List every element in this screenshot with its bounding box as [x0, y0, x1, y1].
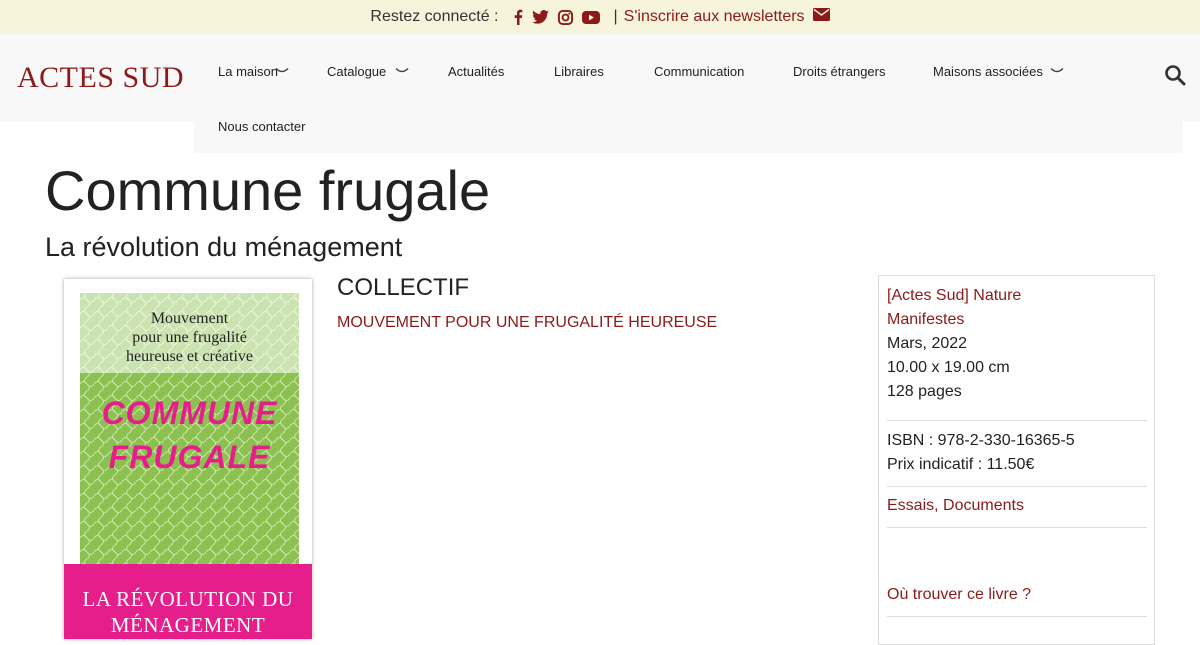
divider: [887, 616, 1147, 617]
divider: [887, 420, 1147, 421]
nav-communication[interactable]: Communication: [654, 64, 744, 79]
genre-links[interactable]: Essais, Documents: [887, 497, 1024, 515]
page-subtitle: La révolution du ménagement: [45, 232, 403, 262]
search-icon[interactable]: [1164, 64, 1186, 86]
instagram-icon[interactable]: [557, 9, 573, 25]
cover-bottom-line: MÉNAGEMENT: [110, 613, 266, 637]
cover-title-line: COMMUNE: [101, 395, 278, 431]
divider: [887, 527, 1147, 528]
nav-droits-etrangers[interactable]: Droits étrangers: [793, 64, 885, 79]
social-links: [513, 9, 600, 25]
chevron-down-icon[interactable]: [395, 67, 409, 75]
cover-top-text: Mouvement pour une frugalité heureuse et…: [80, 309, 299, 366]
book-author[interactable]: COLLECTIF: [337, 274, 469, 302]
nav-la-maison[interactable]: La maison: [218, 64, 278, 79]
twitter-icon[interactable]: [531, 10, 549, 24]
cover-title-line: FRUGALE: [108, 439, 271, 475]
nav-second-row: Nous contacter: [194, 98, 1183, 153]
price: Prix indicatif : 11.50€: [887, 456, 1035, 473]
divider: [887, 486, 1147, 487]
cover-top-line: Mouvement: [150, 310, 229, 327]
book-cover: Mouvement pour une frugalité heureuse et…: [64, 279, 312, 639]
envelope-icon: [812, 8, 830, 26]
cover-top-line: heureuse et créative: [125, 348, 254, 365]
cover-bottom-text: LA RÉVOLUTION DU MÉNAGEMENT: [64, 586, 312, 638]
book-details-panel: [Actes Sud] Nature Manifestes Mars, 2022…: [878, 275, 1155, 645]
facebook-icon[interactable]: [513, 9, 523, 25]
connect-label: Restez connecté :: [370, 8, 499, 25]
nav-actualites[interactable]: Actualités: [448, 64, 504, 79]
newsletter-label: S'inscrire aux newsletters: [623, 8, 805, 25]
separator: |: [613, 8, 618, 25]
series-link[interactable]: [Actes Sud] Nature: [887, 287, 1021, 305]
nav-catalogue[interactable]: Catalogue: [327, 64, 386, 79]
cover-pink-band: LA RÉVOLUTION DU MÉNAGEMENT: [64, 564, 312, 639]
nav-libraires[interactable]: Libraires: [554, 64, 604, 79]
youtube-icon[interactable]: [581, 10, 600, 24]
sub-series-link[interactable]: Manifestes: [887, 311, 964, 329]
book-dimensions: 10.00 x 19.00 cm: [887, 359, 1010, 376]
chevron-down-icon[interactable]: [275, 67, 289, 75]
nav-nous-contacter[interactable]: Nous contacter: [218, 119, 305, 134]
page-count: 128 pages: [887, 383, 962, 400]
cover-bottom-line: LA RÉVOLUTION DU: [82, 587, 294, 611]
site-logo[interactable]: ACTES SUD: [17, 61, 184, 95]
isbn: ISBN : 978-2-330-16365-5: [887, 432, 1075, 449]
cover-green-panel: Mouvement pour une frugalité heureuse et…: [80, 293, 299, 565]
cover-top-line: pour une frugalité: [132, 329, 247, 346]
chevron-down-icon[interactable]: [1050, 67, 1064, 75]
publication-date: Mars, 2022: [887, 335, 968, 352]
page-title: Commune frugale: [45, 159, 491, 222]
collection-link[interactable]: MOUVEMENT POUR UNE FRUGALITÉ HEUREUSE: [337, 314, 717, 332]
where-to-find-link[interactable]: Où trouver ce livre ?: [887, 586, 1031, 604]
top-bar: Restez connecté : | S'inscrire aux newsl…: [0, 0, 1200, 34]
newsletter-link[interactable]: S'inscrire aux newsletters: [624, 8, 830, 26]
nav-maisons-associees[interactable]: Maisons associées: [933, 64, 1043, 79]
